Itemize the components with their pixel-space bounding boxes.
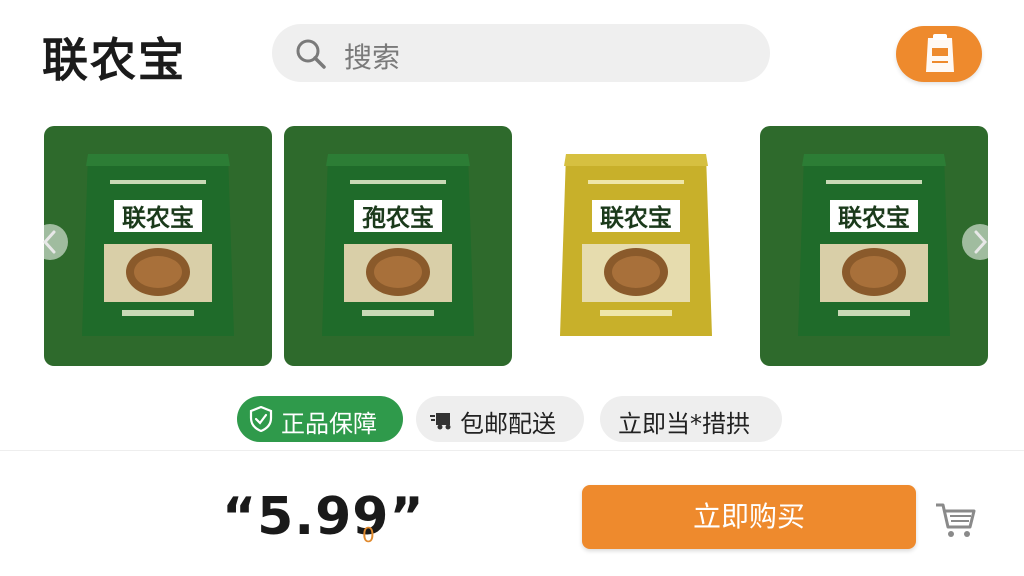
shield-check-icon xyxy=(249,406,273,432)
price: “5.99” xyxy=(222,487,425,547)
rice-bag-image: 联农宝 xyxy=(560,154,712,336)
purchase-bar: “5.99” 0 立即购买 xyxy=(0,450,1024,576)
cart-icon[interactable] xyxy=(934,501,978,541)
chevron-right-icon xyxy=(974,230,988,254)
price-suffix: 0 xyxy=(362,523,375,547)
product-carousel[interactable]: 联农宝 孢农宝 联农宝 联农宝 xyxy=(0,118,1024,374)
bag-label: 联农宝 xyxy=(122,204,194,232)
tag-label: 立即当*措拱 xyxy=(618,410,750,438)
tag-free-shipping[interactable]: 包邮配送 xyxy=(416,396,584,442)
search-bar[interactable]: 搜索 xyxy=(272,24,770,82)
tag-label: 包邮配送 xyxy=(460,410,556,438)
tag-authentic[interactable]: 正品保障 xyxy=(237,396,403,442)
delivery-icon xyxy=(430,413,451,430)
product-card[interactable]: 联农宝 xyxy=(44,126,272,366)
shop-button[interactable] xyxy=(896,26,982,82)
rice-bag-image: 联农宝 xyxy=(82,154,234,336)
search-icon xyxy=(296,39,326,69)
search-placeholder[interactable]: 搜索 xyxy=(344,36,400,76)
product-card[interactable]: 孢农宝 xyxy=(284,126,512,366)
bag-label: 孢农宝 xyxy=(362,204,434,232)
chevron-left-icon xyxy=(42,230,56,254)
service-tags: 正品保障 包邮配送 立即当*措拱 xyxy=(0,396,1024,444)
product-card[interactable]: 联农宝 xyxy=(760,126,988,366)
tag-label: 正品保障 xyxy=(281,410,377,438)
rice-bag-icon xyxy=(926,34,954,72)
product-card[interactable]: 联农宝 xyxy=(522,126,750,366)
tag-instant[interactable]: 立即当*措拱 xyxy=(600,396,782,442)
rice-bag-image: 孢农宝 xyxy=(322,154,474,336)
carousel-next-button[interactable] xyxy=(962,224,998,260)
app-logo: 联农宝 xyxy=(42,33,186,87)
bag-label: 联农宝 xyxy=(838,204,910,232)
header-bar: 联农宝 搜索 xyxy=(0,0,1024,110)
rice-bag-image: 联农宝 xyxy=(798,154,950,336)
buy-now-button[interactable]: 立即购买 xyxy=(582,485,916,549)
carousel-prev-button[interactable] xyxy=(32,224,68,260)
bag-label: 联农宝 xyxy=(600,204,672,232)
